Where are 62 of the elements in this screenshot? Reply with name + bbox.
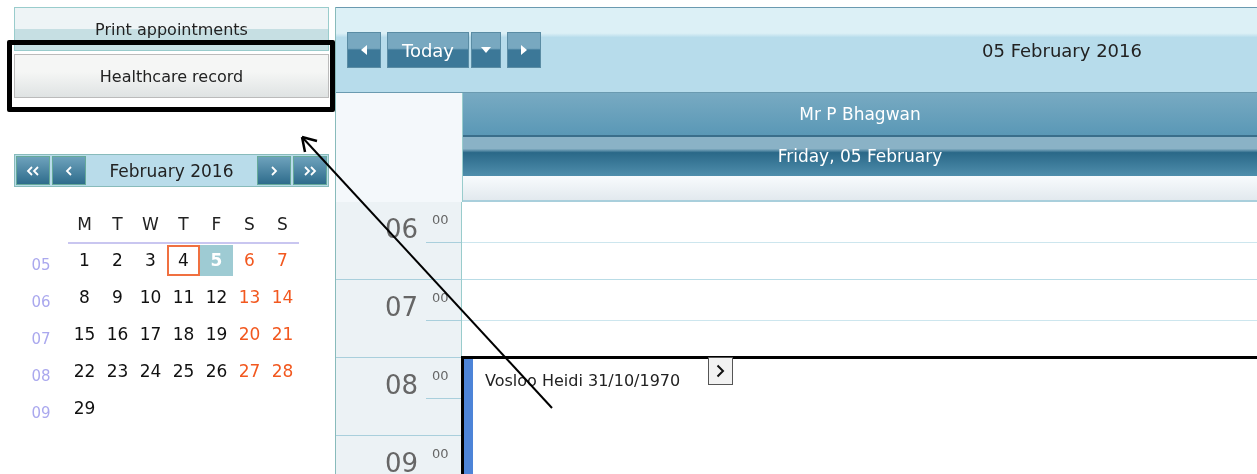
calendar-day[interactable]: 16 [101, 319, 134, 350]
next-button[interactable] [507, 32, 541, 68]
calendar-day[interactable]: 29 [68, 393, 101, 424]
calendar-day[interactable]: 24 [134, 356, 167, 387]
calendar-day[interactable]: 8 [68, 282, 101, 313]
next-month-button[interactable] [257, 156, 291, 185]
weekday-label: S [266, 209, 299, 244]
calendar-day[interactable]: 3 [134, 245, 167, 276]
current-date: 05 February 2016 [981, 39, 1143, 61]
triangle-left-icon [361, 45, 367, 55]
today-button[interactable]: Today [387, 32, 469, 68]
week-number: 09 [30, 402, 52, 422]
calendar-day[interactable]: 1 [68, 245, 101, 276]
previous-button[interactable] [347, 32, 381, 68]
chevron-left-icon [65, 165, 73, 176]
calendar-day[interactable]: 4 [167, 245, 200, 276]
hour-label: 06 [384, 214, 418, 246]
weekday-label: M [68, 209, 101, 244]
hour-label: 09 [384, 448, 418, 474]
weekday-label: S [233, 209, 266, 244]
previous-month-button[interactable] [52, 156, 86, 185]
calendar-day[interactable]: 15 [68, 319, 101, 350]
weekday-label: W [134, 209, 167, 244]
weekday-label: T [101, 209, 134, 244]
calendar-day[interactable]: 23 [101, 356, 134, 387]
calendar-day[interactable]: 10 [134, 282, 167, 313]
week-number: 05 [30, 254, 52, 274]
hour-label: 07 [384, 292, 418, 324]
chevron-right-icon [716, 364, 726, 378]
calendar-day[interactable]: 11 [167, 282, 200, 313]
double-chevron-left-icon [26, 165, 40, 176]
day-header: Friday, 05 February [463, 137, 1257, 176]
expand-button[interactable] [708, 357, 734, 385]
previous-year-button[interactable] [16, 156, 50, 185]
sidebar-button[interactable]: Print appointments [14, 7, 329, 51]
calendar-day[interactable]: 17 [134, 319, 167, 350]
triangle-right-icon [521, 45, 527, 55]
month-title: February 2016 [108, 160, 235, 181]
week-number: 07 [30, 328, 52, 348]
weekday-label: T [167, 209, 200, 244]
week-number: 08 [30, 365, 52, 385]
hour-label: 08 [384, 370, 418, 402]
calendar-day[interactable]: 25 [167, 356, 200, 387]
minute-label: 00 [432, 290, 450, 305]
calendar-day[interactable]: 22 [68, 356, 101, 387]
minute-label: 00 [432, 212, 450, 227]
minute-label: 00 [432, 368, 450, 383]
dropdown-button[interactable] [471, 32, 501, 68]
minute-label: 00 [432, 446, 450, 461]
calendar-day[interactable]: 26 [200, 356, 233, 387]
calendar-day[interactable]: 12 [200, 282, 233, 313]
calendar-day[interactable]: 2 [101, 245, 134, 276]
calendar-day[interactable]: 19 [200, 319, 233, 350]
resource-header: Mr P Bhagwan [463, 93, 1257, 137]
calendar-day[interactable]: 9 [101, 282, 134, 313]
calendar-day[interactable]: 18 [167, 319, 200, 350]
next-year-button[interactable] [293, 156, 327, 185]
double-chevron-right-icon [303, 165, 317, 176]
week-number: 06 [30, 291, 52, 311]
chevron-right-icon [270, 165, 278, 176]
sidebar-button[interactable]: Healthcare record [14, 54, 329, 98]
triangle-down-icon [481, 47, 491, 53]
